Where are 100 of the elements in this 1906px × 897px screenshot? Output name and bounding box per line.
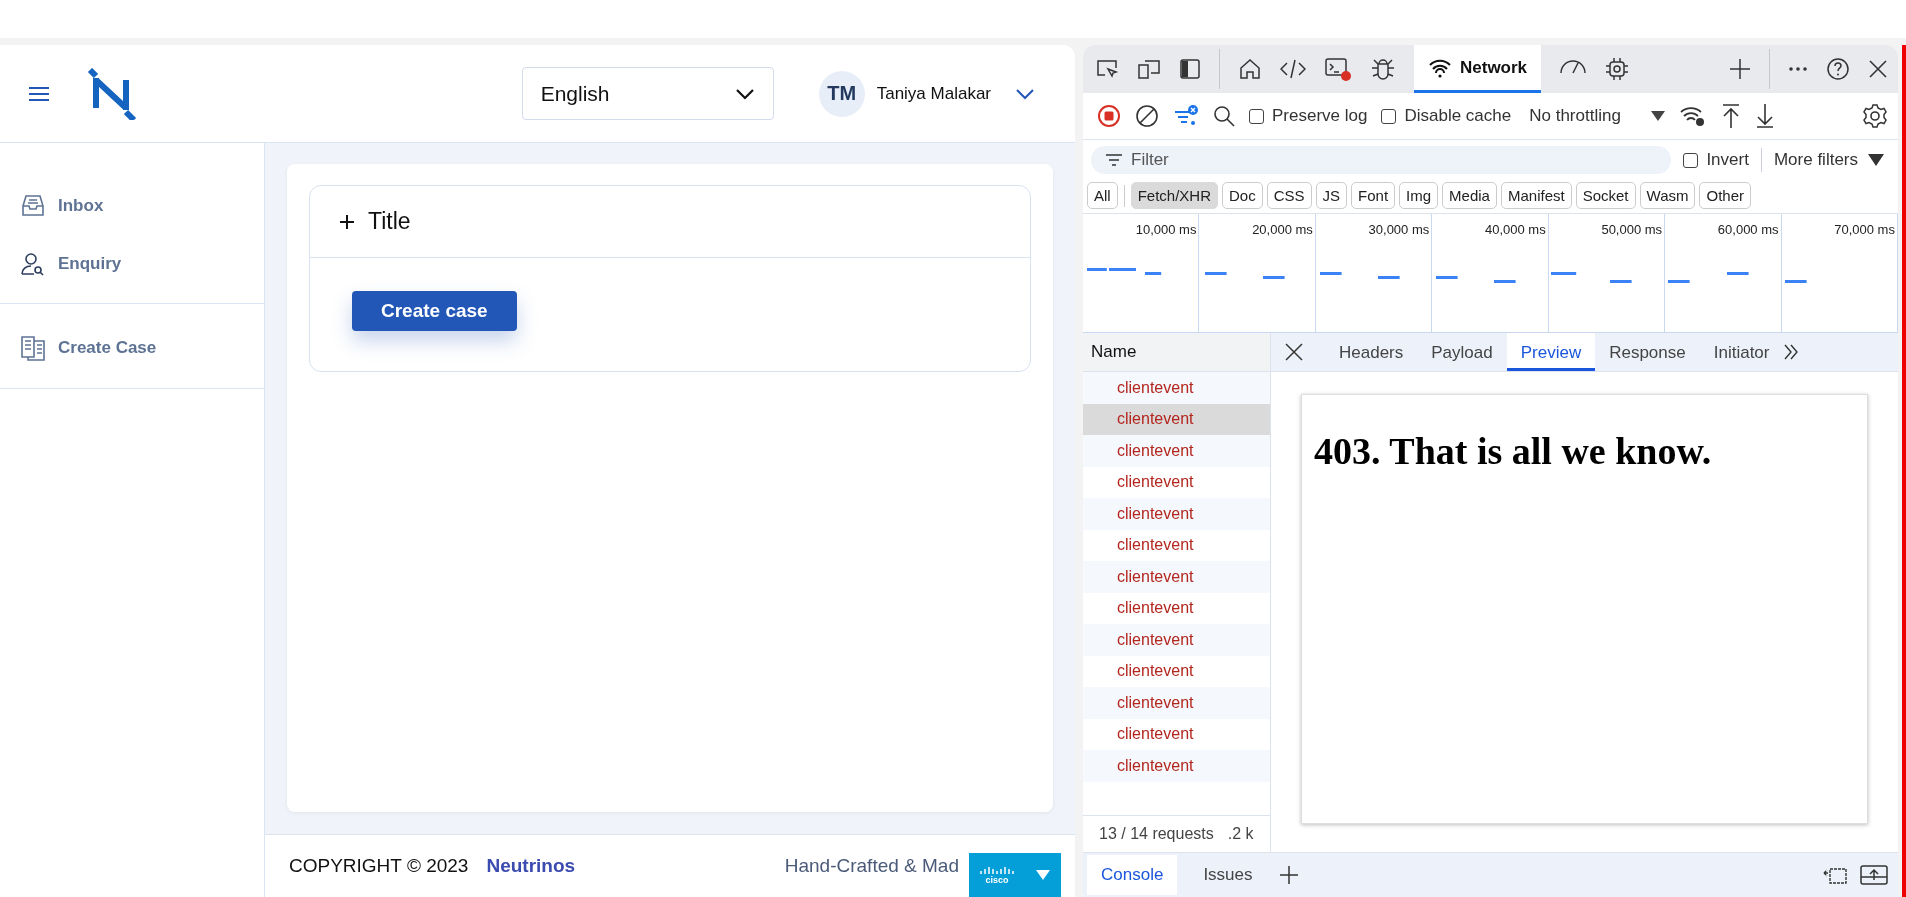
type-filter-chip[interactable]: Other [1699,182,1751,209]
type-filter-chip[interactable]: CSS [1266,182,1312,209]
close-icon[interactable] [1868,59,1888,79]
inbox-tray-icon [20,194,46,218]
checkbox-option[interactable]: Preserve log [1249,106,1368,126]
chevron-double-right-icon[interactable] [1783,343,1800,361]
detail-tab[interactable]: Payload [1417,333,1507,371]
request-row[interactable]: clientevent [1083,561,1270,593]
user-avatar[interactable]: TM [818,70,865,117]
document-icon [20,335,46,361]
panel-header[interactable]: Title [310,186,1030,258]
timeline-tick-label: 10,000 ms [1135,222,1197,237]
detail-tab[interactable]: Preview [1506,333,1596,371]
request-row[interactable]: clientevent [1083,624,1270,656]
preview-heading: 403. That is all we know. [1314,429,1713,473]
brand-link[interactable]: Neutrinos [486,855,576,877]
request-row[interactable]: clientevent [1083,466,1270,498]
upload-icon[interactable] [1720,103,1741,129]
copyright-text: COPYRIGHT © 2023 [289,855,469,877]
wifi-gear-icon[interactable] [1678,104,1707,128]
request-row[interactable]: clientevent [1083,687,1270,719]
device-icon[interactable] [1137,58,1161,80]
home-icon[interactable] [1238,57,1262,81]
network-tab[interactable]: Network [1414,45,1542,93]
type-filter-chip[interactable]: Wasm [1639,182,1696,209]
type-filter-chip[interactable]: All [1087,182,1118,209]
download-icon[interactable] [1754,103,1775,129]
request-row[interactable]: clientevent [1083,372,1270,404]
request-row[interactable]: clientevent [1083,403,1270,435]
bug-icon[interactable] [1370,56,1396,82]
create-case-button[interactable]: Create case [352,291,517,331]
detail-tab[interactable]: Initiator [1699,333,1784,371]
logo-text: cisco [985,875,1009,885]
caret-down-icon [1650,111,1665,121]
wifi-icon [1428,57,1452,78]
help-icon[interactable] [1826,57,1850,81]
plus-icon[interactable] [1729,58,1751,80]
plus-icon [340,214,354,229]
timeline-tick-label: 60,000 ms [1717,222,1779,237]
caret-down-icon [1036,870,1050,880]
sidebar-icon[interactable] [1179,58,1201,80]
chevron-down-icon [734,87,755,100]
detail-tab[interactable]: Response [1595,333,1700,371]
type-filter-chip[interactable]: Manifest [1500,182,1572,209]
timeline-tick-label: 50,000 ms [1601,222,1663,237]
timeline-tick-label: 30,000 ms [1368,222,1430,237]
request-row[interactable]: clientevent [1083,750,1270,782]
invert-checkbox[interactable]: Invert [1683,150,1749,170]
record-icon[interactable] [1097,104,1121,128]
sidebar-item[interactable]: Create Case [0,318,264,378]
type-filter-chip[interactable]: Fetch/XHR [1130,182,1219,209]
timeline-tick-label: 20,000 ms [1252,222,1313,237]
plus-icon[interactable] [1278,865,1299,885]
sidebar-item[interactable]: Inbox [0,177,264,235]
more-filters-dropdown[interactable]: More filters [1773,150,1884,170]
user-search-icon [20,252,46,276]
request-row[interactable]: clientevent [1083,435,1270,467]
chevron-down-icon[interactable] [1015,87,1035,100]
request-row[interactable]: clientevent [1083,529,1270,561]
user-name: Taniya Malakar [876,83,991,104]
request-row[interactable]: clientevent [1083,498,1270,530]
column-header[interactable]: Name [1083,333,1270,372]
filter-icon[interactable] [1173,104,1199,128]
request-row[interactable]: clientevent [1083,718,1270,750]
timeline-tick-label: 70,000 ms [1834,222,1895,237]
type-filter-chip[interactable]: Doc [1222,182,1263,209]
request-row[interactable]: clientevent [1083,655,1270,687]
sidebar-item[interactable]: Enquiry [0,235,264,293]
type-filter-chip[interactable]: JS [1315,182,1348,209]
request-count: 13 / 14 requests [1099,825,1214,843]
throttling-select[interactable]: No throttling [1529,106,1665,126]
clear-icon[interactable] [1135,104,1159,128]
type-filter-chip[interactable]: Img [1399,182,1439,209]
code-icon[interactable] [1280,58,1306,80]
filter-field[interactable]: Filter [1091,146,1672,174]
bars-icon [980,865,1014,875]
drawer-tab[interactable]: Issues [1189,855,1267,895]
close-icon[interactable] [1285,343,1303,361]
panel-up-icon[interactable] [1860,864,1888,886]
caret-down-icon [1868,154,1884,166]
request-row[interactable]: clientevent [1083,592,1270,624]
filter-lines-icon [1105,154,1123,166]
type-filter-chip[interactable]: Font [1351,182,1396,209]
more-icon[interactable] [1788,66,1808,72]
chip-icon[interactable] [1605,57,1630,81]
type-filter-chip[interactable]: Media [1442,182,1497,209]
console-icon[interactable] [1324,56,1352,82]
dock-icon[interactable] [1822,865,1848,885]
checkbox-option[interactable]: Disable cache [1381,106,1512,126]
search-icon[interactable] [1213,105,1235,127]
language-select[interactable]: English [521,67,774,120]
tagline-text: Hand-Crafted & Mad [784,855,959,877]
drawer-tab[interactable]: Console [1087,855,1178,895]
settings-icon[interactable] [1862,103,1888,129]
transfer-size: .2 k [1227,825,1254,843]
inspect-icon[interactable] [1095,58,1119,80]
timeline-tick-label: 40,000 ms [1485,222,1546,237]
detail-tab[interactable]: Headers [1325,333,1418,371]
menu-icon[interactable] [28,85,50,102]
type-filter-chip[interactable]: Socket [1575,182,1636,209]
